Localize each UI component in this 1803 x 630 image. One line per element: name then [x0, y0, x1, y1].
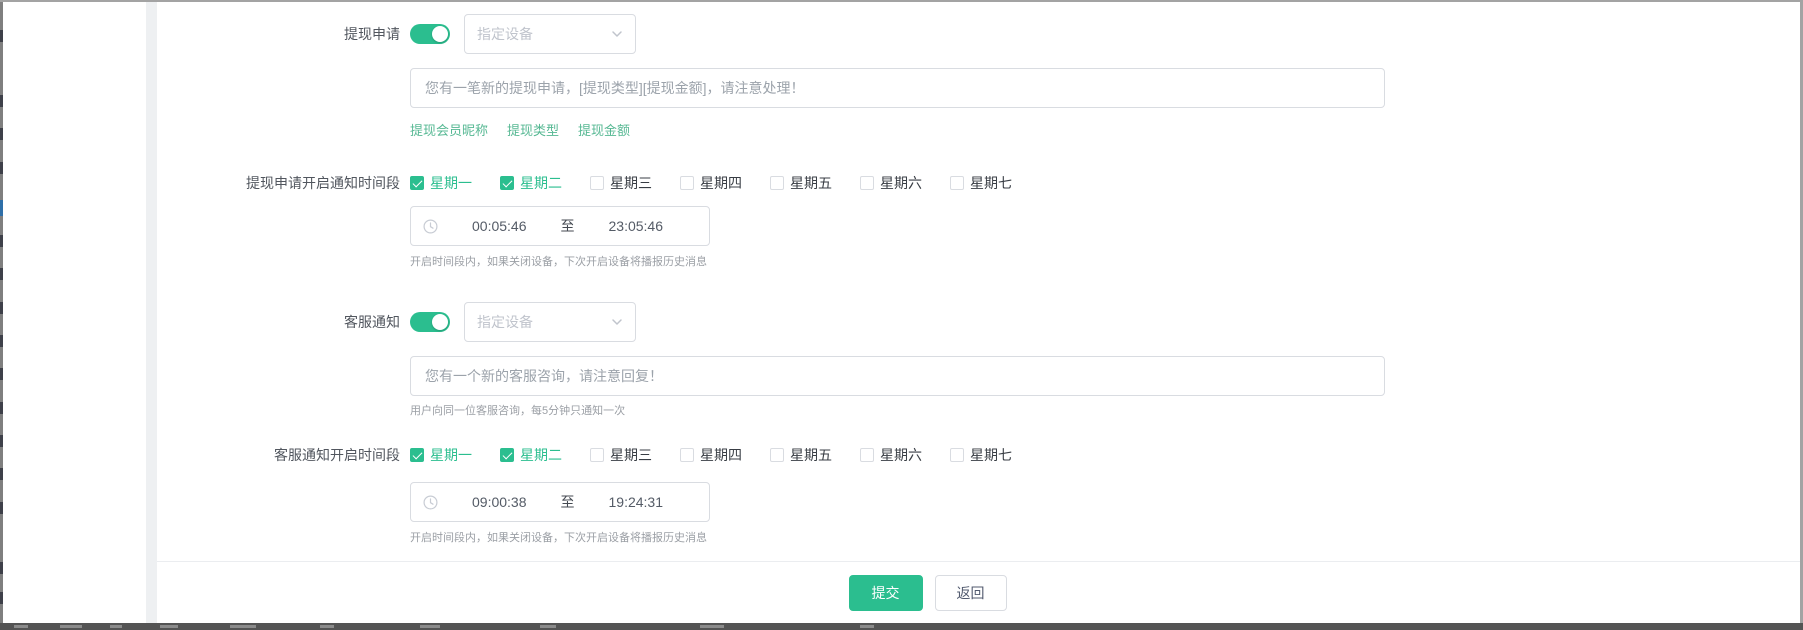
checkbox-icon: [770, 176, 784, 190]
checkbox-icon: [590, 176, 604, 190]
checkbox-icon: [950, 176, 964, 190]
time-separator: 至: [561, 216, 575, 236]
switch-knob: [432, 314, 448, 330]
day-checkbox-monday[interactable]: 星期一: [410, 445, 472, 465]
day-checkbox-thursday[interactable]: 星期四: [680, 173, 742, 193]
end-time-value[interactable]: 19:24:31: [575, 494, 698, 510]
withdraw-time-row: 00:05:46 至 23:05:46: [157, 206, 1800, 246]
select-placeholder: 指定设备: [477, 312, 533, 332]
withdraw-schedule-label: 提现申请开启通知时间段: [157, 173, 410, 193]
taskbar-sliver: [60, 625, 82, 628]
checkbox-icon: [770, 448, 784, 462]
service-message-row: [157, 356, 1800, 396]
chevron-down-icon: [611, 28, 623, 40]
time-separator: 至: [561, 492, 575, 512]
withdraw-device-select[interactable]: 指定设备: [464, 14, 636, 54]
service-toggle-row: 客服通知 指定设备: [157, 302, 1800, 342]
taskbar-sliver: [420, 625, 440, 628]
back-button[interactable]: 返回: [935, 575, 1007, 611]
start-time-value[interactable]: 09:00:38: [438, 494, 561, 510]
checkbox-icon: [860, 176, 874, 190]
checkbox-icon: [680, 448, 694, 462]
service-schedule-label: 客服通知开启时间段: [157, 445, 410, 465]
day-checkbox-thursday[interactable]: 星期四: [680, 445, 742, 465]
taskbar-sliver: [540, 625, 556, 628]
day-checkbox-wednesday[interactable]: 星期三: [590, 173, 652, 193]
panel-divider: [146, 2, 157, 623]
day-checkbox-sunday[interactable]: 星期七: [950, 173, 1012, 193]
withdraw-switch[interactable]: [410, 24, 450, 44]
clock-icon: [423, 495, 438, 510]
form-footer: 提交 返回: [157, 561, 1800, 623]
withdraw-message-row: [157, 68, 1800, 108]
checkbox-icon: [950, 448, 964, 462]
withdraw-time-range-picker[interactable]: 00:05:46 至 23:05:46: [410, 206, 710, 246]
chevron-down-icon: [611, 316, 623, 328]
checkbox-icon: [680, 176, 694, 190]
select-placeholder: 指定设备: [477, 24, 533, 44]
insert-withdraw-type-link[interactable]: 提现类型: [507, 120, 559, 139]
day-checkbox-sunday[interactable]: 星期七: [950, 445, 1012, 465]
insert-member-nickname-link[interactable]: 提现会员昵称: [410, 120, 488, 139]
day-checkbox-wednesday[interactable]: 星期三: [590, 445, 652, 465]
insert-withdraw-amount-link[interactable]: 提现金额: [578, 120, 630, 139]
taskbar-sliver: [160, 625, 178, 628]
withdraw-toggle-row: 提现申请 指定设备: [157, 14, 1800, 54]
settings-content: 提现申请 指定设备 提现会员昵称 提现类型: [157, 2, 1800, 623]
day-checkbox-saturday[interactable]: 星期六: [860, 173, 922, 193]
service-time-hint: 开启时间段内，如果关闭设备，下次开启设备将播报历史消息: [410, 529, 707, 545]
withdraw-message-input[interactable]: [410, 68, 1385, 108]
withdraw-variable-links-row: 提现会员昵称 提现类型 提现金额: [157, 120, 1800, 139]
app-window: 提现申请 指定设备 提现会员昵称 提现类型: [0, 0, 1803, 630]
checkbox-icon: [500, 176, 514, 190]
day-checkbox-tuesday[interactable]: 星期二: [500, 173, 562, 193]
day-checkbox-saturday[interactable]: 星期六: [860, 445, 922, 465]
taskbar-sliver: [110, 625, 122, 628]
variable-links: 提现会员昵称 提现类型 提现金额: [410, 120, 630, 139]
taskbar-sliver: [700, 625, 724, 628]
service-message-hint: 用户向同一位客服咨询，每5分钟只通知一次: [410, 402, 625, 418]
checkbox-icon: [590, 448, 604, 462]
taskbar-sliver: [860, 625, 874, 628]
checkbox-icon: [860, 448, 874, 462]
clock-icon: [423, 219, 438, 234]
notification-settings-form: 提现申请 指定设备 提现会员昵称 提现类型: [157, 2, 1800, 561]
day-checkbox-friday[interactable]: 星期五: [770, 173, 832, 193]
withdraw-day-checkbox-group: 星期一 星期二 星期三 星期四 星期五 星期六 星期七: [410, 173, 1040, 193]
day-checkbox-tuesday[interactable]: 星期二: [500, 445, 562, 465]
service-day-checkbox-group: 星期一 星期二 星期三 星期四 星期五 星期六 星期七: [410, 445, 1040, 465]
service-device-select[interactable]: 指定设备: [464, 302, 636, 342]
service-schedule-row: 客服通知开启时间段 星期一 星期二 星期三 星期四 星期五 星期六 星期七: [157, 445, 1800, 465]
withdraw-time-hint-row: 开启时间段内，如果关闭设备，下次开启设备将播报历史消息: [157, 253, 1800, 269]
taskbar-sliver: [320, 625, 334, 628]
checkbox-icon: [410, 448, 424, 462]
service-message-input[interactable]: [410, 356, 1385, 396]
service-label: 客服通知: [157, 312, 410, 332]
submenu-panel: [3, 2, 146, 623]
switch-knob: [432, 26, 448, 42]
day-checkbox-monday[interactable]: 星期一: [410, 173, 472, 193]
submit-button[interactable]: 提交: [849, 575, 923, 611]
service-message-hint-row: 用户向同一位客服咨询，每5分钟只通知一次: [157, 402, 1800, 418]
service-time-range-picker[interactable]: 09:00:38 至 19:24:31: [410, 482, 710, 522]
checkbox-icon: [500, 448, 514, 462]
window-bottom-edge: [0, 623, 1803, 630]
start-time-value[interactable]: 00:05:46: [438, 218, 561, 234]
withdraw-schedule-row: 提现申请开启通知时间段 星期一 星期二 星期三 星期四 星期五 星期六 星期七: [157, 173, 1800, 193]
service-switch[interactable]: [410, 312, 450, 332]
day-checkbox-friday[interactable]: 星期五: [770, 445, 832, 465]
end-time-value[interactable]: 23:05:46: [575, 218, 698, 234]
service-time-row: 09:00:38 至 19:24:31: [157, 482, 1800, 522]
taskbar-sliver: [14, 625, 28, 628]
withdraw-label: 提现申请: [157, 24, 410, 44]
service-time-hint-row: 开启时间段内，如果关闭设备，下次开启设备将播报历史消息: [157, 529, 1800, 545]
withdraw-time-hint: 开启时间段内，如果关闭设备，下次开启设备将播报历史消息: [410, 253, 707, 269]
checkbox-icon: [410, 176, 424, 190]
taskbar-sliver: [230, 625, 256, 628]
